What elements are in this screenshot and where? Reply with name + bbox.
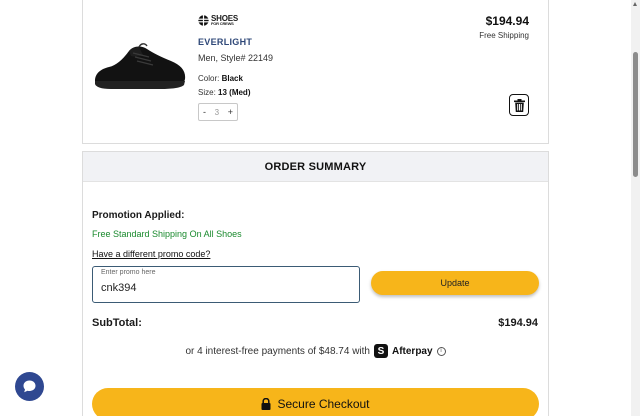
quantity-value[interactable]: 3 [215, 108, 219, 117]
afterpay-message: or 4 interest-free payments of $48.74 wi… [83, 344, 548, 358]
product-style: Men, Style# 22149 [198, 53, 274, 63]
trash-icon [513, 98, 525, 112]
quantity-decrease-button[interactable]: - [203, 107, 206, 117]
afterpay-name: Afterpay [391, 345, 433, 357]
color-label: Color: [198, 74, 220, 83]
scrollbar-thumb[interactable] [633, 52, 638, 177]
chat-button[interactable] [15, 372, 44, 401]
quantity-increase-button[interactable]: + [228, 107, 233, 117]
order-summary-panel: ORDER SUMMARY Promotion Applied: Free St… [82, 151, 549, 416]
shipping-note: Free Shipping [479, 31, 529, 40]
brand-logo-tagline: FOR CREWS [211, 21, 234, 26]
brand-logo: SHOES FOR CREWS [198, 15, 238, 26]
product-name[interactable]: EVERLIGHT [198, 37, 252, 47]
quantity-stepper: - 3 + [198, 103, 238, 121]
size-label: Size: [198, 88, 216, 97]
color-value: Black [221, 74, 243, 83]
promo-field-label: Enter promo here [101, 269, 156, 276]
subtotal-value: $194.94 [498, 317, 538, 329]
scroll-up-arrow-icon[interactable] [633, 2, 637, 6]
remove-item-button[interactable] [509, 94, 529, 116]
promotion-applied-text: Free Standard Shipping On All Shoes [92, 229, 242, 239]
secure-checkout-button[interactable]: Secure Checkout [92, 388, 539, 416]
product-image [95, 43, 186, 89]
promo-code-input[interactable] [101, 279, 351, 297]
promotion-title: Promotion Applied: [92, 210, 185, 221]
info-icon[interactable]: i [436, 346, 446, 356]
product-color: Color: Black [198, 74, 243, 83]
lock-icon [261, 398, 271, 410]
size-value: 13 (Med) [218, 88, 251, 97]
subtotal-label: SubTotal: [92, 317, 142, 329]
secure-checkout-label: Secure Checkout [277, 397, 370, 411]
order-summary-title: ORDER SUMMARY [83, 152, 548, 182]
cart-item-card: SHOES FOR CREWS EVERLIGHT Men, Style# 22… [82, 0, 549, 144]
shopping-cart-page: SHOES FOR CREWS EVERLIGHT Men, Style# 22… [0, 0, 640, 416]
different-promo-link[interactable]: Have a different promo code? [92, 249, 210, 259]
promo-code-field[interactable]: Enter promo here [92, 266, 360, 303]
brand-logo-icon [198, 15, 209, 26]
update-promo-button[interactable]: Update [371, 271, 539, 295]
afterpay-logo-icon: S [373, 344, 388, 358]
product-size: Size: 13 (Med) [198, 88, 250, 97]
chat-bubble-icon [23, 380, 36, 393]
item-price: $194.94 [485, 14, 529, 28]
afterpay-text: or 4 interest-free payments of $48.74 wi… [185, 345, 370, 357]
vertical-scrollbar[interactable] [631, 0, 640, 416]
